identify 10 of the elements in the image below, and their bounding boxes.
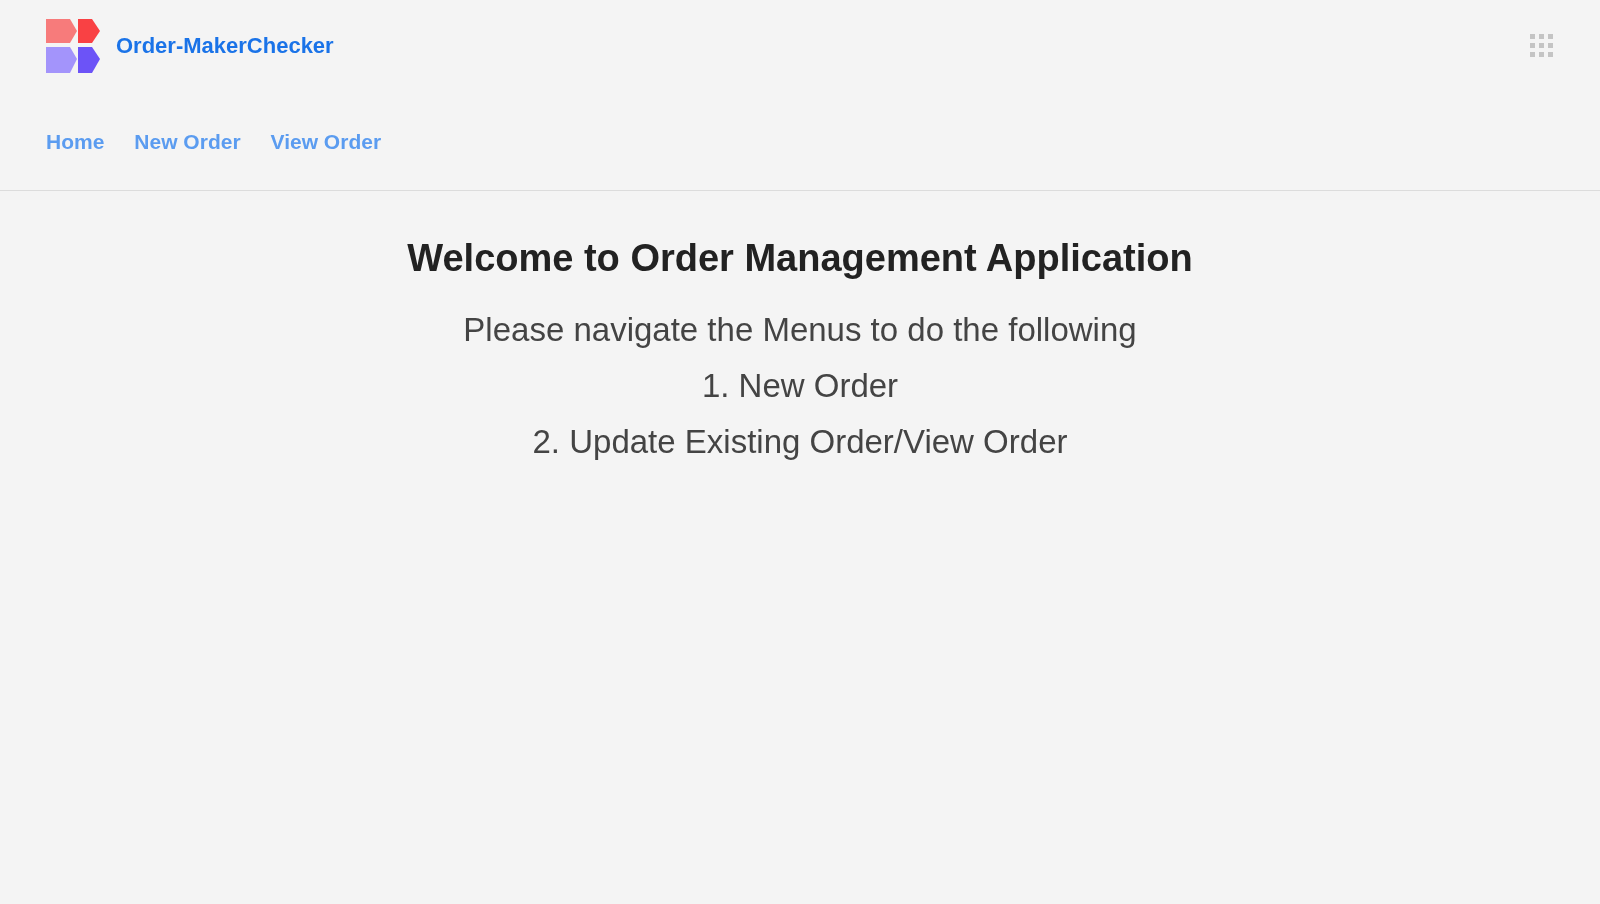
instruction-text: Please navigate the Menus to do the following — [463, 310, 1137, 350]
welcome-heading: Welcome to Order Management Application — [407, 237, 1193, 280]
instruction-text: 1. New Order — [701, 366, 899, 406]
apps-grid-icon[interactable] — [1530, 34, 1554, 58]
nav-link[interactable]: View Order — [270, 130, 382, 156]
nav-link[interactable]: New Order — [134, 130, 241, 156]
app-title: Order-MakerChecker — [116, 33, 334, 59]
nav-link[interactable]: Home — [46, 130, 105, 156]
instruction-text: 2. Update Existing Order/View Order — [532, 422, 1068, 462]
logo-icon — [46, 19, 100, 73]
